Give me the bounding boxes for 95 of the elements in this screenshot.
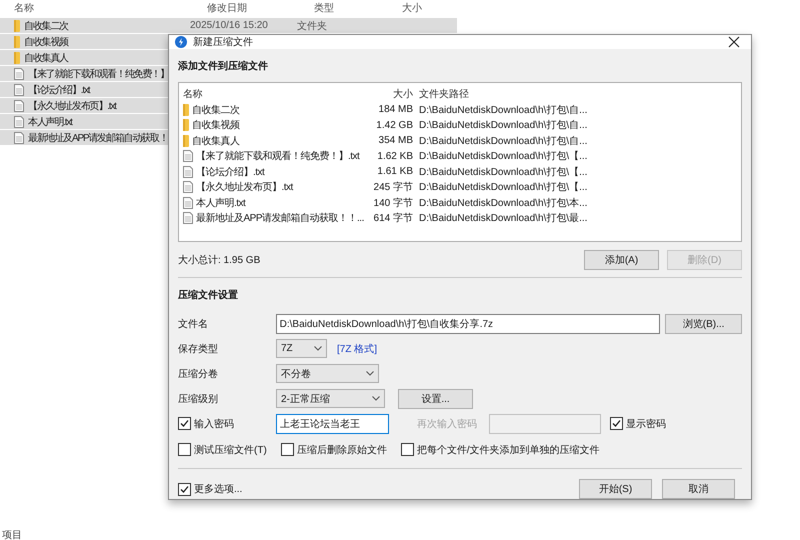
folder-path: D:\BaiduNetdiskDownload\h\打包\【... [418,166,588,179]
window-title: 新建压缩文件 [193,36,254,49]
column-header[interactable]: 名称 [183,86,369,100]
section-heading: 压缩文件设置 [178,288,239,303]
field-label: 压缩级别 [178,392,219,406]
file-name: 自收集真人 [24,52,68,64]
close-icon[interactable] [727,35,741,49]
document-icon [14,116,24,128]
file-size: 1.42 GB [375,120,413,131]
document-icon [14,132,24,144]
file-name: 本人声明.txt [196,196,246,210]
document-icon [14,68,24,80]
total-size: 大小总计: 1.95 GB [178,254,262,267]
field-label: 文件名 [178,318,209,330]
document-icon [14,84,24,96]
column-header[interactable]: 修改日期 [207,1,314,15]
file-name: 本人声明.txt [28,116,72,128]
field-label: 保存类型 [178,342,219,356]
file-size: 354 MB [378,135,413,146]
file-row[interactable]: 自收集二次 2025/10/16 15:20 文件夹 [0,18,457,33]
file-name: 【来了就能下载和观看！纯免费！】.txt [196,150,360,164]
checkbox[interactable] [400,443,414,456]
folder-path: D:\BaiduNetdiskDownload\h\打包\本... [418,196,588,210]
folder-path: D:\BaiduNetdiskDownload\h\打包\【... [418,150,588,164]
column-header[interactable]: 大小 [369,86,413,100]
section-heading: 添加文件到压缩文件 [178,60,269,74]
folder-path: D:\BaiduNetdiskDownload\h\打包\自... [418,134,588,148]
filename-field[interactable]: D:\BaiduNetdiskDownload\h\打包\自收集分享.7z [276,314,660,334]
field-label: 压缩分卷 [178,368,219,380]
document-icon [183,150,193,162]
checkbox[interactable] [178,482,191,496]
checkbox-label: 输入密码 [194,418,234,430]
file-size: 1.61 KB [376,166,413,178]
file-size: 614 字节 [372,212,413,226]
folder-path: D:\BaiduNetdiskDownload\h\打包\最... [418,212,588,226]
file-name: 【永久地址发布页】.txt [196,180,293,194]
checkbox[interactable] [178,443,191,456]
file-name: 最新地址及APP请发邮箱自动获取！ [28,132,168,144]
format-link[interactable]: [7Z 格式] [337,342,378,356]
file-name: 【论坛介绍】.txt [196,166,264,179]
file-name: 自收集视频 [192,118,240,132]
file-name: 自收集真人 [192,134,240,148]
file-name: 自收集二次 [24,20,68,32]
file-name: 【来了就能下载和观看！纯免费！】 [28,68,169,80]
folder-icon [183,134,189,147]
browse-button[interactable]: 浏览(B)... [665,314,742,334]
folder-path: D:\BaiduNetdiskDownload\h\打包\【... [418,180,588,194]
checkbox-label: 更多选项... [194,482,242,496]
file-name: 【论坛介绍】.txt [28,84,90,96]
checkbox-label: 压缩后删除原始文件 [296,444,387,456]
checkbox[interactable] [280,443,294,456]
field-label: 再次输入密码 [417,418,477,430]
file-name: 自收集视频 [24,36,68,48]
checkbox-label: 把每个文件/文件夹添加到单独的压缩文件 [416,444,600,456]
file-name: 最新地址及APP请发邮箱自动获取！！... [196,212,364,226]
folder-icon [14,36,20,48]
caret-icon [366,371,374,376]
level-dropdown[interactable]: 2-正常压缩 [276,389,385,408]
password-field[interactable]: 上老王论坛当老王 [276,414,389,434]
folder-path: D:\BaiduNetdiskDownload\h\打包\自... [418,118,588,132]
folder-icon [14,52,20,64]
folder-icon [14,20,20,32]
column-header[interactable]: 大小 [402,1,462,15]
folder-icon [183,104,189,116]
checkbox[interactable] [610,417,623,430]
document-icon [183,212,193,224]
document-icon [14,100,24,112]
caret-icon [372,396,380,401]
file-size: 1.62 KB [376,150,413,162]
checkbox[interactable] [178,417,191,430]
folder-icon [183,119,189,132]
status-text: 项目 [2,529,22,540]
document-icon [183,196,193,209]
file-size: 245 字节 [372,180,413,194]
cancel-button[interactable]: 取消 [662,479,735,499]
file-size: 184 MB [378,104,413,116]
checkbox-label: 测试压缩文件(T) [194,444,267,456]
file-type: 文件夹 [297,20,328,32]
caret-icon [314,346,322,351]
start-button[interactable]: 开始(S) [579,479,652,499]
document-icon [183,181,193,194]
document-icon [183,166,193,178]
settings-button[interactable]: 设置... [398,388,473,408]
archive-type-dropdown[interactable]: 7Z [276,339,327,358]
column-header[interactable]: 文件夹路径 [413,86,673,100]
checkbox-label: 显示密码 [626,418,666,430]
column-header[interactable]: 名称 [14,1,207,15]
file-name: 自收集二次 [192,104,240,117]
file-name: 【永久地址发布页】.txt [28,100,116,112]
column-header[interactable]: 类型 [314,1,402,15]
split-dropdown[interactable]: 不分卷 [276,364,379,383]
file-size: 140 字节 [372,196,413,210]
modified-date: 2025/10/16 15:20 [190,20,269,31]
folder-path: D:\BaiduNetdiskDownload\h\打包\自... [418,104,588,117]
add-button[interactable]: 添加(A) [584,250,659,270]
